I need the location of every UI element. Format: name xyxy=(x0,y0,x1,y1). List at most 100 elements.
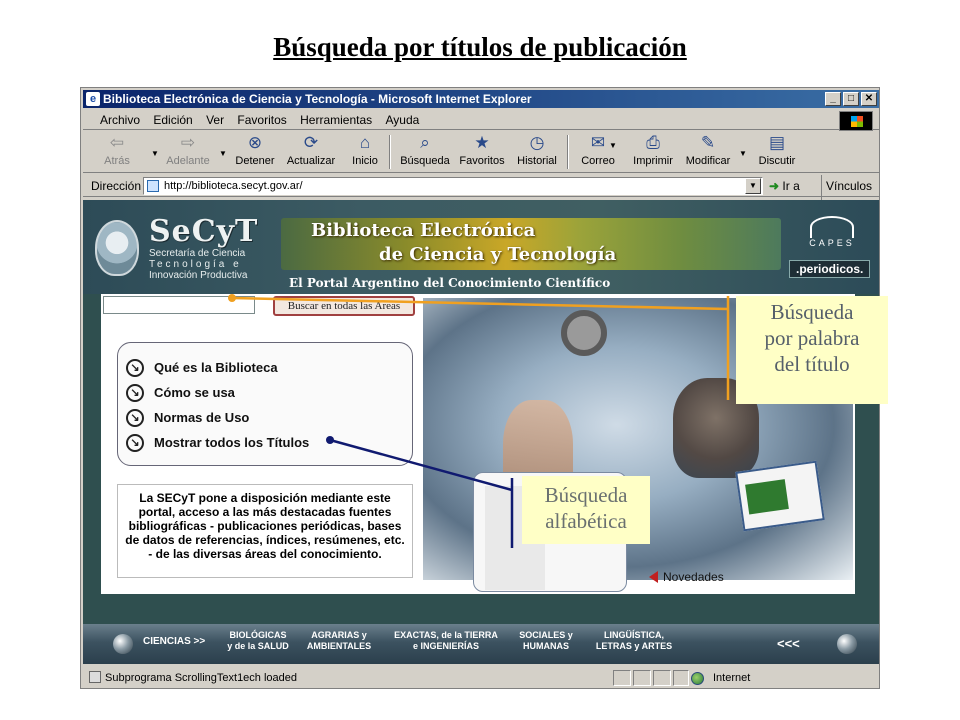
nav-sociales[interactable]: SOCIALES y HUMANAS xyxy=(513,630,579,652)
nav-back-button[interactable]: <<< xyxy=(777,636,800,651)
info-text: La SECyT pone a disposición mediante est… xyxy=(117,484,413,578)
sphere-icon xyxy=(113,634,133,654)
site-header: SeCyT Secretaría de Ciencia Tecnología e… xyxy=(83,200,879,294)
menu-archivo[interactable]: Archivo xyxy=(95,110,145,130)
arrow-circle-icon: ↘ xyxy=(126,433,144,452)
arrow-circle-icon: ↘ xyxy=(126,383,144,402)
bottom-nav-bar: CIENCIAS >> BIOLÓGICAS y de la SALUD AGR… xyxy=(83,624,879,664)
arrow-circle-icon: ↘ xyxy=(126,408,144,427)
close-button[interactable]: ✕ xyxy=(861,92,877,106)
sphere-icon xyxy=(837,634,857,654)
capes-logo[interactable]: CAPES xyxy=(797,216,867,248)
window-titlebar[interactable]: e Biblioteca Electrónica de Ciencia y Te… xyxy=(83,90,879,108)
site-nav-menu: ↘ Qué es la Biblioteca ↘ Cómo se usa ↘ N… xyxy=(117,342,413,466)
forward-arrow-icon: ⇨ xyxy=(180,133,196,152)
arrow-circle-icon: ↘ xyxy=(126,358,144,377)
novedades-link[interactable]: Novedades xyxy=(649,570,724,584)
discuss-button[interactable]: ▤ Discutir xyxy=(755,133,799,167)
back-arrow-icon: ⇦ xyxy=(109,133,125,152)
discuss-icon: ▤ xyxy=(768,133,786,152)
refresh-button[interactable]: ⟳ Actualizar xyxy=(283,133,339,167)
history-button[interactable]: ◷ Historial xyxy=(513,133,561,167)
minimize-button[interactable]: _ xyxy=(825,92,841,106)
stop-button[interactable]: ⊗ Detener xyxy=(233,133,277,167)
nav-linguistica[interactable]: LINGÜÍSTICA, LETRAS y ARTES xyxy=(591,630,677,652)
printer-icon: ⎙ xyxy=(646,133,660,152)
callout-busqueda-alfabetica: Búsqueda alfabética xyxy=(522,476,650,544)
search-icon: ⌕ xyxy=(420,133,430,152)
banner-title-line2: de Ciencia y Tecnología xyxy=(379,244,617,265)
edit-dropdown-icon[interactable]: ▼ xyxy=(739,149,747,158)
ie-icon: e xyxy=(86,92,100,106)
stop-icon: ⊗ xyxy=(247,133,263,152)
nav-item-normas[interactable]: ↘ Normas de Uso xyxy=(126,405,412,430)
menu-edicion[interactable]: Edición xyxy=(148,110,197,130)
nav-ciencias[interactable]: CIENCIAS >> xyxy=(143,636,205,647)
forward-dropdown-icon[interactable]: ▼ xyxy=(219,149,227,158)
search-all-areas-button[interactable]: Buscar en todas las Areas xyxy=(273,296,415,316)
history-icon: ◷ xyxy=(529,133,545,152)
argentina-crest-icon xyxy=(95,220,139,276)
triangle-left-icon xyxy=(649,571,658,583)
mail-dropdown-icon[interactable]: ▼ xyxy=(609,141,617,150)
favorites-folder-icon: ★ xyxy=(474,133,490,152)
status-cell xyxy=(613,670,631,686)
menu-bar: Archivo Edición Ver Favoritos Herramient… xyxy=(83,110,879,131)
forward-button[interactable]: ⇨ Adelante xyxy=(163,133,213,167)
nav-exactas[interactable]: EXACTAS, de la TIERRA e INGENIERÍAS xyxy=(389,630,503,652)
status-cell xyxy=(653,670,671,686)
status-cell xyxy=(673,670,689,686)
address-label: Dirección xyxy=(91,179,142,193)
go-arrow-icon: ➜ xyxy=(769,179,780,193)
menu-ayuda[interactable]: Ayuda xyxy=(381,110,425,130)
mail-button[interactable]: ✉ Correo xyxy=(577,133,619,167)
page-content: SeCyT Secretaría de Ciencia Tecnología e… xyxy=(83,200,879,664)
status-bar: Subprograma ScrollingText1ech loaded Int… xyxy=(83,668,879,688)
back-button[interactable]: ⇦ Atrás xyxy=(97,133,137,167)
film-reel-image xyxy=(561,310,607,356)
window-controls: _ □ ✕ xyxy=(825,92,877,106)
callout-busqueda-palabra: Búsqueda por palabra del título xyxy=(736,296,888,404)
address-bar: Dirección http://biblioteca.secyt.gov.ar… xyxy=(83,175,879,219)
address-input[interactable]: http://biblioteca.secyt.gov.ar/ xyxy=(143,177,763,195)
capes-swoosh-icon xyxy=(810,216,854,238)
menu-ver[interactable]: Ver xyxy=(201,110,229,130)
toolbar-separator xyxy=(389,135,391,169)
edit-icon: ✎ xyxy=(700,133,716,152)
home-button[interactable]: ⌂ Inicio xyxy=(347,133,383,167)
nav-item-como-se-usa[interactable]: ↘ Cómo se usa xyxy=(126,380,412,405)
address-dropdown-icon[interactable]: ▼ xyxy=(745,178,761,194)
banner-subtitle: El Portal Argentino del Conocimiento Cie… xyxy=(289,276,611,290)
slide-title: Búsqueda por títulos de publicación xyxy=(273,32,687,62)
nav-item-mostrar-titulos[interactable]: ↘ Mostrar todos los Títulos xyxy=(126,430,412,455)
security-zone: Internet xyxy=(713,672,751,684)
search-button[interactable]: ⌕ Búsqueda xyxy=(399,133,451,167)
menu-herramientas[interactable]: Herramientas xyxy=(295,110,377,130)
maximize-button[interactable]: □ xyxy=(843,92,859,106)
favorites-button[interactable]: ★ Favoritos xyxy=(457,133,507,167)
banner-title-line1: Biblioteca Electrónica xyxy=(311,220,536,241)
toolbar-separator xyxy=(567,135,569,169)
secyt-logo[interactable]: SeCyT xyxy=(149,214,258,249)
search-input[interactable] xyxy=(103,296,255,314)
nav-biologicas[interactable]: BIOLÓGICAS y de la SALUD xyxy=(221,630,295,652)
go-button[interactable]: ➜ Ir a xyxy=(769,175,800,197)
nav-item-que-es[interactable]: ↘ Qué es la Biblioteca xyxy=(126,355,412,380)
back-dropdown-icon[interactable]: ▼ xyxy=(151,149,159,158)
periodicos-link[interactable]: .periodicos. xyxy=(789,260,871,278)
toolbar: ⇦ Atrás ▼ ⇨ Adelante ▼ ⊗ Detener ⟳ Actua… xyxy=(83,131,879,173)
print-button[interactable]: ⎙ Imprimir xyxy=(631,133,675,167)
status-text: Subprograma ScrollingText1ech loaded xyxy=(105,672,298,684)
edit-button[interactable]: ✎ Modificar xyxy=(683,133,733,167)
status-cell xyxy=(633,670,651,686)
menu-favoritos[interactable]: Favoritos xyxy=(232,110,291,130)
window-title: Biblioteca Electrónica de Ciencia y Tecn… xyxy=(103,92,532,106)
home-icon: ⌂ xyxy=(359,133,371,152)
page-icon xyxy=(147,180,159,192)
windows-logo-icon xyxy=(839,111,873,131)
browser-screenshot-image xyxy=(735,460,825,532)
mail-icon: ✉ xyxy=(590,133,606,152)
secyt-subtitle: Secretaría de Ciencia Tecnología e Innov… xyxy=(149,248,248,281)
page-status-icon xyxy=(89,671,101,683)
nav-agrarias[interactable]: AGRARIAS y AMBIENTALES xyxy=(301,630,377,652)
